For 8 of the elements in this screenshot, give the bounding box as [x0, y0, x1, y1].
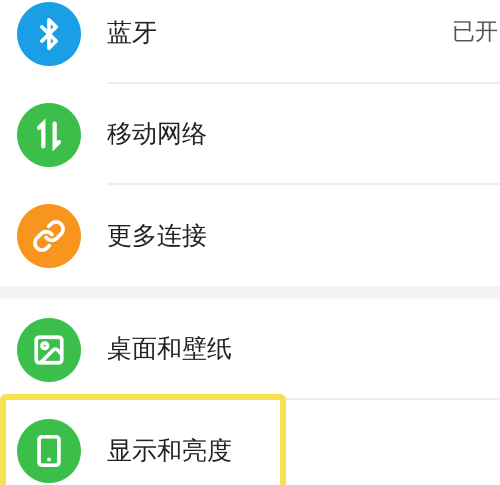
setting-label[interactable]: 更多连接 [107, 216, 207, 254]
setting-value: 已开 [452, 18, 499, 48]
setting-label[interactable]: 显示和亮度 [107, 432, 232, 470]
link-icon [32, 218, 66, 252]
setting-label[interactable]: 移动网络 [107, 114, 207, 152]
setting-label[interactable]: 蓝牙 [107, 14, 157, 52]
image-icon [32, 332, 66, 366]
setting-label[interactable]: 桌面和壁纸 [107, 330, 232, 368]
